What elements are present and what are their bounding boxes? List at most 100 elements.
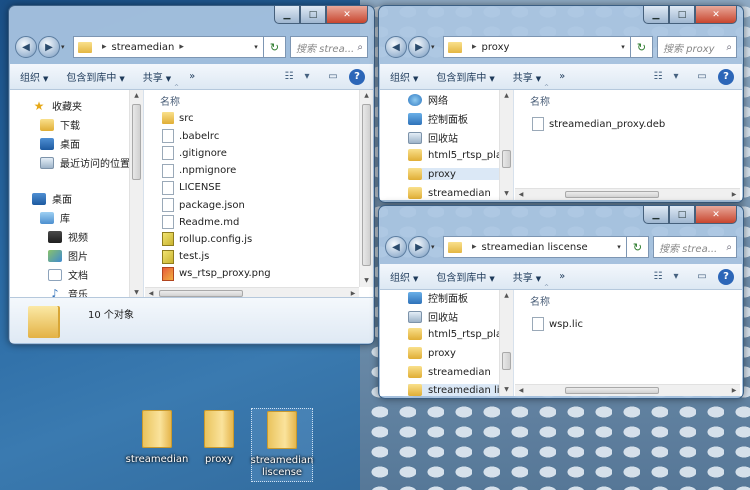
recent-pages-dropdown[interactable]: ▾: [61, 43, 71, 51]
maximize-button[interactable]: □: [669, 206, 695, 224]
refresh-button[interactable]: ↻: [264, 36, 286, 58]
column-header-name[interactable]: ^ 名称: [160, 84, 180, 108]
address-dropdown-icon[interactable]: ▾: [612, 243, 626, 251]
more-commands-button[interactable]: »: [559, 271, 565, 282]
forward-button[interactable]: ▶: [408, 36, 430, 58]
view-dropdown-icon[interactable]: ▾: [299, 70, 315, 84]
file-item[interactable]: package.json: [162, 198, 245, 212]
nav-item-desktop[interactable]: 桌面: [32, 191, 72, 206]
nav-item-control-panel[interactable]: 控制面板: [408, 111, 468, 126]
nav-item-proxy-selected[interactable]: proxy: [408, 168, 502, 180]
breadcrumb-chevron-icon[interactable]: ▸: [472, 42, 477, 52]
maximize-button[interactable]: □: [669, 6, 695, 24]
back-button[interactable]: ◀: [15, 36, 37, 58]
more-commands-button[interactable]: »: [189, 71, 195, 82]
file-item[interactable]: LICENSE: [162, 180, 221, 195]
column-header-name[interactable]: ^ 名称: [530, 84, 550, 108]
include-in-library-menu[interactable]: 包含到库中 ▼: [436, 269, 494, 284]
file-item[interactable]: rollup.config.js: [162, 232, 252, 247]
search-input[interactable]: 搜索 strea... ⌕: [290, 36, 368, 58]
include-in-library-menu[interactable]: 包含到库中 ▼: [66, 69, 124, 84]
close-button[interactable]: ✕: [326, 6, 368, 24]
nav-item-recent-places[interactable]: 最近访问的位置: [40, 155, 130, 170]
breadcrumb[interactable]: streamedian: [112, 42, 175, 53]
view-options-icon[interactable]: ☷: [650, 70, 666, 84]
scroll-thumb[interactable]: [502, 352, 511, 370]
back-button[interactable]: ◀: [385, 236, 407, 258]
nav-scrollbar[interactable]: ▲ ▼: [129, 90, 143, 299]
scroll-thumb[interactable]: [565, 191, 659, 198]
title-bar[interactable]: ▁ □ ✕: [379, 206, 743, 230]
help-icon[interactable]: ?: [349, 68, 365, 85]
recent-pages-dropdown[interactable]: ▾: [431, 243, 441, 251]
scroll-up-arrow-icon[interactable]: ▲: [130, 90, 143, 102]
explorer-window-streamedian[interactable]: ▁ □ ✕ ◀ ▶ ▾ ▸ streamedian ▸ ▾ ↻ 搜索 strea…: [8, 5, 375, 345]
share-menu[interactable]: 共享 ▼: [513, 269, 541, 284]
minimize-button[interactable]: ▁: [643, 6, 669, 24]
search-input[interactable]: 搜索 proxy ⌕: [657, 36, 737, 58]
forward-button[interactable]: ▶: [408, 236, 430, 258]
help-icon[interactable]: ?: [718, 68, 734, 85]
scroll-down-arrow-icon[interactable]: ▼: [500, 188, 513, 200]
nav-item-control-panel[interactable]: 控制面板: [408, 290, 468, 305]
file-item[interactable]: test.js: [162, 249, 209, 264]
scroll-right-arrow-icon[interactable]: ▶: [728, 189, 740, 201]
nav-item-favorites[interactable]: ★ 收藏夹: [32, 98, 82, 114]
scroll-thumb[interactable]: [362, 104, 371, 266]
desktop-folder-proxy[interactable]: proxy: [188, 410, 250, 466]
scroll-up-arrow-icon[interactable]: ▲: [360, 90, 373, 102]
nav-item-streamedian[interactable]: streamedian: [408, 187, 491, 199]
maximize-button[interactable]: □: [300, 6, 326, 24]
preview-pane-icon[interactable]: ▭: [325, 70, 341, 84]
nav-scrollbar[interactable]: ▲ ▼: [499, 90, 513, 200]
explorer-window-streamedian-liscense[interactable]: ▁ □ ✕ ◀ ▶ ▾ ▸ streamedian liscense ▾ ↻ 搜…: [378, 205, 744, 399]
files-hscrollbar[interactable]: ◀ ▶: [515, 384, 740, 396]
file-item[interactable]: ws_rtsp_proxy.png: [162, 266, 271, 281]
help-icon[interactable]: ?: [718, 268, 734, 285]
preview-pane-icon[interactable]: ▭: [694, 270, 710, 284]
back-button[interactable]: ◀: [385, 36, 407, 58]
minimize-button[interactable]: ▁: [643, 206, 669, 224]
preview-pane-icon[interactable]: ▭: [694, 70, 710, 84]
desktop-folder-streamedian-liscense[interactable]: streamedian liscense: [251, 408, 313, 482]
navigation-pane[interactable]: 网络 控制面板 回收站 html5_rtsp_play proxy stream…: [380, 90, 514, 200]
file-item[interactable]: wsp.lic: [532, 317, 583, 331]
scroll-left-arrow-icon[interactable]: ◀: [515, 189, 527, 201]
address-bar[interactable]: ▸ proxy ▾: [443, 36, 631, 58]
view-dropdown-icon[interactable]: ▾: [668, 270, 684, 284]
nav-item-desktop-favorite[interactable]: 桌面: [40, 136, 80, 151]
scroll-thumb[interactable]: [132, 104, 141, 180]
search-input[interactable]: 搜索 strea... ⌕: [653, 236, 737, 258]
view-options-icon[interactable]: ☷: [281, 70, 297, 84]
file-item[interactable]: streamedian_proxy.deb: [532, 117, 665, 131]
scroll-down-arrow-icon[interactable]: ▼: [500, 384, 513, 396]
scroll-left-arrow-icon[interactable]: ◀: [515, 385, 527, 397]
files-hscrollbar[interactable]: ◀ ▶: [515, 188, 740, 200]
nav-item-recycle-bin[interactable]: 回收站: [408, 130, 458, 145]
organize-menu[interactable]: 组织 ▼: [20, 69, 48, 84]
column-header-name[interactable]: ^ 名称: [530, 284, 550, 308]
refresh-button[interactable]: ↻: [627, 236, 649, 258]
navigation-pane[interactable]: 控制面板 回收站 html5_rtsp_play proxy streamedi…: [380, 290, 514, 396]
breadcrumb[interactable]: streamedian liscense: [482, 242, 588, 253]
scroll-right-arrow-icon[interactable]: ▶: [728, 385, 740, 397]
desktop-folder-streamedian[interactable]: streamedian: [126, 410, 188, 466]
nav-item-documents[interactable]: 文档: [48, 267, 88, 282]
include-in-library-menu[interactable]: 包含到库中 ▼: [436, 69, 494, 84]
file-item[interactable]: src: [162, 112, 194, 124]
nav-item-html5-rtsp-player[interactable]: html5_rtsp_play: [408, 328, 508, 340]
share-menu[interactable]: 共享 ▼: [143, 69, 171, 84]
nav-item-html5-rtsp-player[interactable]: html5_rtsp_play: [408, 149, 508, 161]
organize-menu[interactable]: 组织 ▼: [390, 69, 418, 84]
nav-item-pictures[interactable]: 图片: [48, 248, 88, 263]
title-bar[interactable]: ▁ □ ✕: [379, 6, 743, 30]
scroll-thumb[interactable]: [159, 290, 243, 297]
nav-item-streamedian-liscense-selected[interactable]: streamedian lis: [408, 384, 505, 396]
nav-item-network[interactable]: 网络: [408, 92, 448, 107]
nav-item-libraries[interactable]: 库: [40, 210, 70, 225]
nav-item-downloads[interactable]: 下载: [40, 117, 80, 132]
scroll-thumb[interactable]: [565, 387, 659, 394]
file-item[interactable]: Readme.md: [162, 215, 239, 230]
file-item[interactable]: .npmignore: [162, 163, 236, 178]
address-dropdown-icon[interactable]: ▾: [249, 43, 263, 51]
